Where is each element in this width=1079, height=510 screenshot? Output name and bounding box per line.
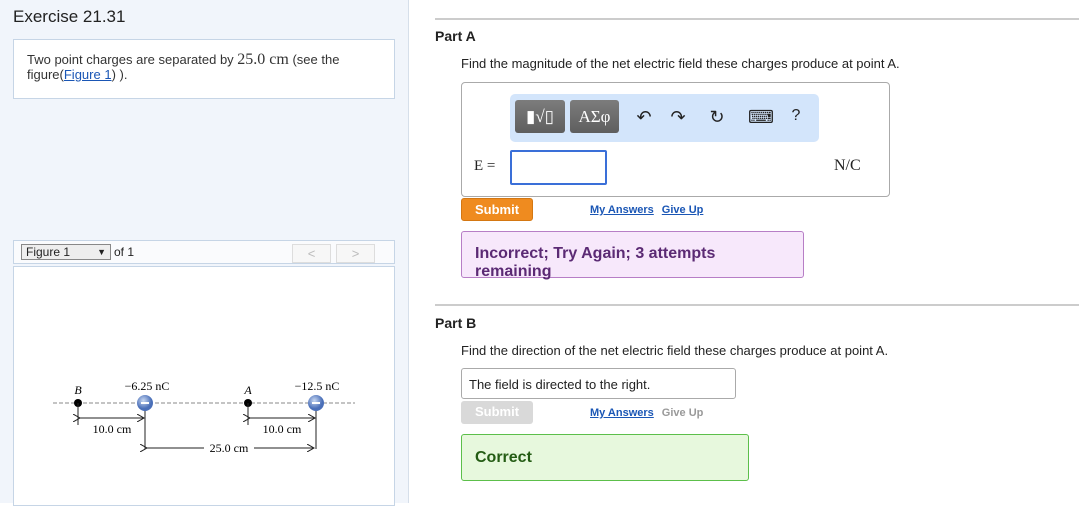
submit-button-disabled: Submit <box>461 401 533 424</box>
submit-button[interactable]: Submit <box>461 198 533 221</box>
unit-label: N/C <box>834 157 861 174</box>
problem-panel: Exercise 21.31 Two point charges are sep… <box>0 0 409 506</box>
charge2-label: −12.5 nC <box>295 379 340 393</box>
dropdown-arrow-icon: ▼ <box>97 247 106 257</box>
direction-answer[interactable]: The field is directed to the right. <box>461 368 736 399</box>
dist1-label: 10.0 cm <box>93 422 132 436</box>
undo-icon[interactable]: ↶ <box>634 107 654 128</box>
variable-label: E = <box>474 158 496 174</box>
my-answers-link[interactable]: My Answers <box>590 204 654 216</box>
figure-panel: B A −6.25 nC −12.5 nC 10.0 cm 10.0 cm 25… <box>13 266 395 506</box>
part-b-question: Find the direction of the net electric f… <box>461 343 889 358</box>
keyboard-icon[interactable]: ⌨ <box>748 107 774 128</box>
my-answers-link[interactable]: My Answers <box>590 407 654 419</box>
math-toolbar: ▮√▯ ΑΣφ ↶ ↷ ↻ ⌨ ? <box>510 94 819 142</box>
part-a-heading: Part A <box>435 28 476 44</box>
figure-select-value: Figure 1 <box>26 245 71 259</box>
dist2-label: 10.0 cm <box>263 422 302 436</box>
figure-count: of 1 <box>114 245 135 259</box>
problem-text: ) ). <box>111 67 128 82</box>
dist-total-label: 25.0 cm <box>210 441 249 455</box>
charges-diagram: B A −6.25 nC −12.5 nC 10.0 cm 10.0 cm 25… <box>53 379 355 455</box>
exercise-title: Exercise 21.31 <box>13 7 126 26</box>
answer-panel: Part A Find the magnitude of the net ele… <box>409 0 1079 503</box>
answer-box: ▮√▯ ΑΣφ ↶ ↷ ↻ ⌨ ? E = N/C <box>461 82 890 197</box>
point-a-label: A <box>243 383 252 397</box>
divider <box>435 304 1079 306</box>
reset-icon[interactable]: ↻ <box>707 107 727 128</box>
redo-icon[interactable]: ↷ <box>668 107 688 128</box>
charge1-label: −6.25 nC <box>125 379 170 393</box>
point-b-label: B <box>74 383 82 397</box>
templates-button[interactable]: ▮√▯ <box>515 100 565 133</box>
give-up-link[interactable]: Give Up <box>662 204 704 216</box>
divider <box>435 18 1079 20</box>
problem-text: Two point charges are separated by <box>27 52 238 67</box>
figure-nav-bar: Figure 1 ▼ of 1 < > <box>13 240 395 264</box>
feedback-correct: Correct <box>461 434 749 481</box>
figure-link[interactable]: Figure 1 <box>64 67 112 82</box>
prev-figure-button[interactable]: < <box>292 244 331 263</box>
help-icon[interactable]: ? <box>786 107 806 125</box>
problem-statement: Two point charges are separated by 25.0 … <box>13 39 395 99</box>
feedback-incorrect: Incorrect; Try Again; 3 attempts remaini… <box>461 231 804 280</box>
figure-select[interactable]: Figure 1 ▼ <box>21 244 111 260</box>
part-b-heading: Part B <box>435 315 477 331</box>
distance-value: 25.0 cm <box>237 51 289 68</box>
part-a-question: Find the magnitude of the net electric f… <box>461 56 900 71</box>
answer-input[interactable] <box>510 150 607 185</box>
give-up-disabled: Give Up <box>661 407 704 419</box>
greek-button[interactable]: ΑΣφ <box>570 100 619 133</box>
next-figure-button[interactable]: > <box>336 244 375 263</box>
